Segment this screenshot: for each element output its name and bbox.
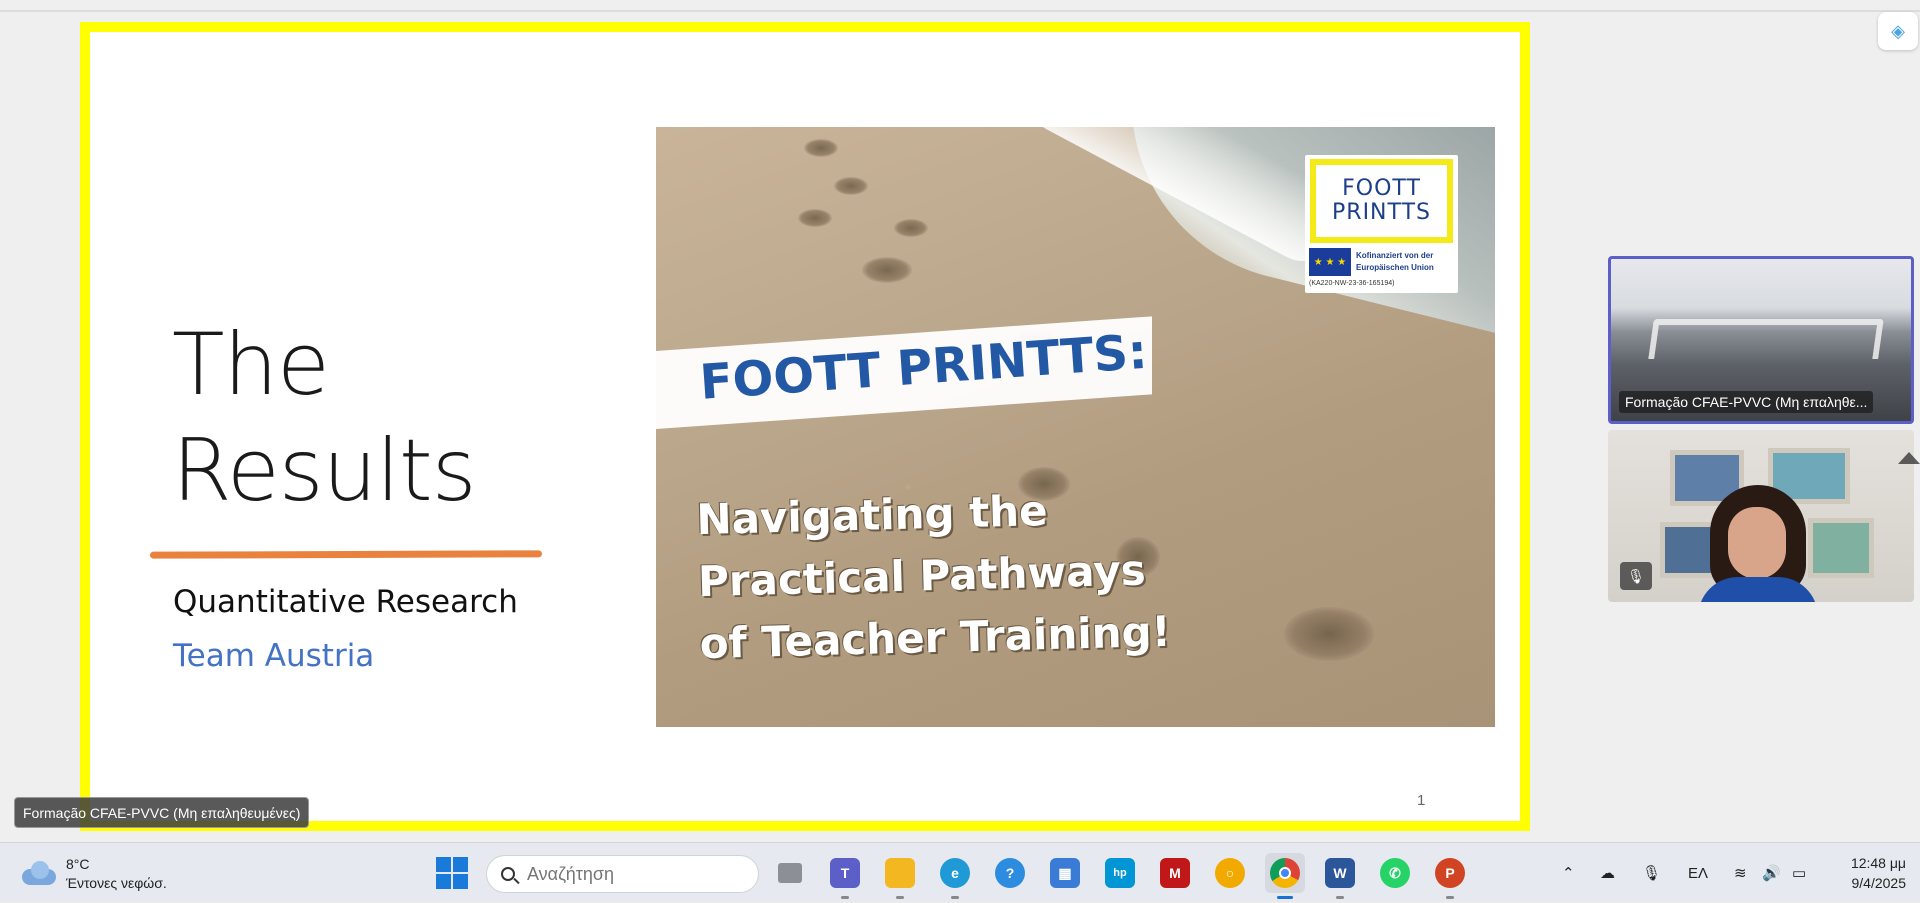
footprint (804, 139, 838, 157)
task-view-icon[interactable] (770, 853, 810, 893)
meeting-table (1648, 319, 1884, 359)
participant-person (1698, 485, 1818, 602)
weather-temp: 8°C (66, 856, 90, 872)
search-input[interactable] (527, 863, 727, 885)
footprint (894, 219, 928, 237)
powerpoint-icon[interactable]: P (1430, 853, 1470, 899)
search-icon (501, 867, 515, 881)
word-icon[interactable]: W (1320, 853, 1360, 899)
chevron-up-icon[interactable] (1898, 452, 1920, 464)
battery-icon[interactable]: ▭ (1792, 843, 1806, 903)
project-logo-card: FOOTT PRINTTS ★ ★ ★ Kofinanziert von der… (1305, 155, 1458, 293)
get-help-icon[interactable]: ? (990, 853, 1030, 893)
eu-funding-text: Kofinanziert von der Europäischen Union (1356, 250, 1434, 274)
weather-desc: Έντονες νεφώσ. (66, 875, 167, 891)
slide-title: The Results (172, 312, 477, 524)
clock-time: 12:48 μμ (1850, 855, 1906, 871)
slide-page-number: 1 (1417, 792, 1426, 809)
copilot-icon[interactable]: ◈ (1878, 12, 1918, 50)
logo-line-1: FOOTT (1342, 176, 1421, 201)
top-divider (0, 10, 1920, 12)
onedrive-icon[interactable]: ☁ (1600, 843, 1615, 903)
weather-widget[interactable]: 8°C Έντονες νεφώσ. (22, 855, 167, 893)
banner-subtitle: Navigating the Practical Pathways of Tea… (696, 477, 1172, 675)
norton-icon[interactable]: ○ (1210, 853, 1250, 893)
mcafee-icon[interactable]: M (1155, 853, 1195, 893)
show-hidden-icons-chevron-icon[interactable]: ⌃ (1562, 843, 1575, 903)
title-underline (149, 550, 543, 559)
footprint (834, 177, 868, 195)
mic-off-icon: 🎙 (1620, 562, 1652, 590)
start-windows-icon[interactable] (436, 857, 468, 889)
clock-date: 9/4/2025 (1851, 875, 1907, 891)
presenter-name-tag: Formação CFAE-PVVC (Μη επαληθευμένες) (14, 797, 310, 828)
slide-team: Team Austria (173, 638, 375, 674)
edge-icon[interactable]: e (935, 853, 975, 899)
footprint (798, 209, 832, 227)
participant-video-room[interactable]: Formação CFAE-PVVC (Μη επαληθε... (1608, 256, 1914, 424)
teams-icon[interactable]: T (825, 853, 865, 899)
taskbar-clock[interactable]: 12:48 μμ 9/4/2025 (1822, 853, 1906, 893)
chrome-icon[interactable] (1265, 853, 1305, 899)
eu-line-2: Europäischen Union (1356, 263, 1434, 272)
shared-slide: The Results Quantitative Research Team A… (80, 22, 1530, 831)
taskbar: 8°C Έντονες νεφώσ. T e ? ▦ hp M ○ W ✆ P … (0, 842, 1920, 902)
eu-flag-icon: ★ ★ ★ (1309, 248, 1351, 276)
slide-title-line-2: Results (172, 421, 477, 521)
volume-icon[interactable]: 🔊 (1762, 843, 1781, 903)
slide-subtitle: Quantitative Research (173, 584, 518, 620)
eu-line-1: Kofinanziert von der (1356, 251, 1434, 260)
banner-line-3: of Teacher Training! (699, 606, 1172, 669)
microsoft-store-icon[interactable]: ▦ (1045, 853, 1085, 893)
taskbar-search[interactable] (486, 855, 759, 893)
language-indicator[interactable]: ΕΛ (1688, 843, 1708, 903)
microphone-icon[interactable]: 🎙 (1642, 843, 1661, 903)
beach-footprints-image: FOOTT PRINTTS: Navigating the Practical … (656, 127, 1495, 727)
participant-name-label: Formação CFAE-PVVC (Μη επαληθε... (1619, 391, 1874, 413)
logo-line-2: PRINTTS (1332, 200, 1431, 225)
footprint (1284, 607, 1374, 661)
myhp-icon[interactable]: hp (1100, 853, 1140, 893)
eu-project-code: (KA220-NW-23-36-165194) (1309, 280, 1395, 287)
cloud-icon (22, 861, 56, 887)
participant-video-self[interactable]: 🎙 (1608, 430, 1914, 602)
footprint (862, 257, 912, 283)
wifi-icon[interactable]: ≋ (1734, 843, 1747, 903)
file-explorer-icon[interactable] (880, 853, 920, 899)
meeting-stage: The Results Quantitative Research Team A… (0, 0, 1920, 842)
foott-printts-logo: FOOTT PRINTTS (1310, 159, 1453, 243)
whatsapp-icon[interactable]: ✆ (1375, 853, 1415, 893)
slide-title-line-1: The (172, 315, 330, 415)
